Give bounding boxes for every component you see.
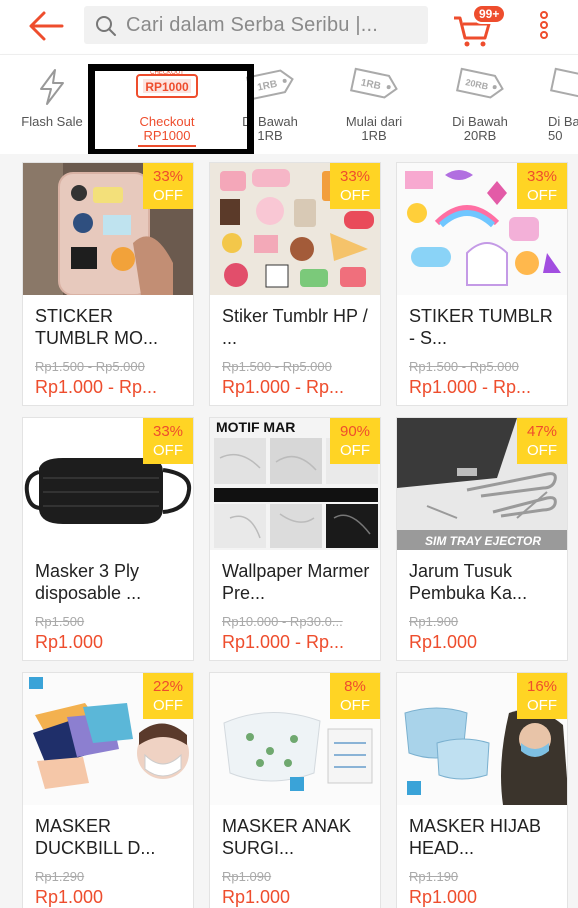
product-card[interactable]: 33% OFF STIKER TUMBLR - S... Rp1.500 - Rp… (396, 162, 568, 406)
tag-text: 1RB (256, 79, 278, 94)
category-di-bawah-50[interactable]: Di Bawah 50 (534, 55, 578, 154)
search-input[interactable]: Cari dalam Serba Seribu |... (84, 6, 428, 44)
product-card[interactable]: 22% OFF MASKER DUCKBILL D... Rp1.290 Rp1.… (22, 672, 194, 908)
product-price: Rp1.000 - Rp... (222, 377, 345, 397)
product-price: Rp1.000 (409, 887, 478, 907)
product-card[interactable]: MOTIF MAR 90% OFF Wallpaper Marmer Pre...… (209, 417, 381, 661)
product-name: Stiker Tumblr HP / ... (222, 306, 368, 348)
discount-badge: 16% OFF (517, 673, 567, 719)
discount-badge: 8% OFF (330, 673, 380, 719)
price-tag-icon: 20RB (453, 67, 507, 106)
product-card[interactable]: 16% OFF MASKER HIJAB HEAD... Rp1.190 Rp1.… (396, 672, 568, 908)
product-price: Rp1.000 (35, 632, 104, 652)
product-name: MASKER ANAK SURGI... (222, 816, 352, 858)
original-price: Rp1.500 - Rp5.000 (35, 359, 145, 374)
product-card[interactable]: SIM TRAY EJECTOR 47% OFF Jarum Tusuk Pemb… (396, 417, 568, 661)
cart-button[interactable]: 99+ (448, 4, 508, 50)
marble-wallpaper-text: MOTIF MAR (216, 419, 295, 435)
product-card[interactable]: 33% OFF Stiker Tumblr HP / ... Rp1.500 - … (209, 162, 381, 406)
original-price: Rp1.500 (35, 614, 85, 629)
original-price: Rp1.190 (409, 869, 459, 884)
product-price: Rp1.000 (409, 632, 478, 652)
tag-text: 1RB (360, 77, 382, 92)
category-label: Mulai dari 1RB (345, 114, 403, 143)
original-price: Rp1.900 (409, 614, 459, 629)
product-price: Rp1.000 - Rp... (35, 377, 158, 397)
search-icon (94, 14, 118, 38)
back-arrow-icon[interactable] (24, 8, 68, 44)
original-price: Rp1.500 - Rp5.000 (222, 359, 332, 374)
original-price: Rp10.000 - Rp30.0... (222, 614, 343, 629)
product-name: MASKER HIJAB HEAD... (409, 816, 542, 858)
product-price: Rp1.000 (35, 887, 104, 907)
product-name: Jarum Tusuk Pembuka Ka... (409, 561, 528, 603)
category-mulai-dari-1rb[interactable]: 1RB Mulai dari 1RB (326, 55, 422, 154)
product-card[interactable]: 33% OFF Masker 3 Ply disposable ... Rp1.5… (22, 417, 194, 661)
product-price: Rp1.000 (222, 887, 291, 907)
category-strip: Flash Sale RP1000 CHECKOUT Checkout RP10… (0, 54, 578, 154)
product-name: STICKER TUMBLR MO... (35, 306, 159, 348)
product-name: Wallpaper Marmer Pre... (222, 561, 370, 603)
discount-badge: 90% OFF (330, 418, 380, 464)
product-name: MASKER DUCKBILL D... (35, 816, 156, 858)
discount-badge: 33% OFF (143, 418, 193, 464)
sim-tray-text: SIM TRAY EJECTOR (425, 534, 541, 548)
category-label: Di Bawah 50 (548, 114, 578, 143)
product-name: Masker 3 Ply disposable ... (35, 561, 142, 603)
discount-badge: 47% OFF (517, 418, 567, 464)
discount-badge: 33% OFF (517, 163, 567, 209)
more-options-icon[interactable] (532, 10, 556, 40)
search-placeholder: Cari dalam Serba Seribu |... (126, 14, 379, 36)
original-price: Rp1.290 (35, 869, 85, 884)
original-price: Rp1.500 - Rp5.000 (409, 359, 519, 374)
product-price: Rp1.000 - Rp... (222, 632, 345, 652)
discount-badge: 33% OFF (330, 163, 380, 209)
flash-icon (32, 67, 72, 112)
price-tag-icon (547, 67, 578, 106)
category-di-bawah-20rb[interactable]: 20RB Di Bawah 20RB (430, 55, 530, 154)
cart-count-badge: 99+ (472, 4, 507, 24)
price-tag-icon: 1RB (347, 67, 401, 106)
product-grid: 33% OFF STICKER TUMBLR MO... Rp1.500 - Rp… (0, 154, 578, 908)
discount-badge: 22% OFF (143, 673, 193, 719)
product-card[interactable]: 8% OFF MASKER ANAK SURGI... Rp1.090 Rp1.0… (209, 672, 381, 908)
top-bar: Cari dalam Serba Seribu |... 99+ (0, 0, 578, 54)
product-name: STIKER TUMBLR - S... (409, 306, 553, 348)
original-price: Rp1.090 (222, 869, 272, 884)
category-label: Di Bawah 20RB (452, 114, 508, 143)
discount-badge: 33% OFF (143, 163, 193, 209)
tag-text: 20RB (465, 77, 490, 92)
product-price: Rp1.000 - Rp... (409, 377, 532, 397)
product-card[interactable]: 33% OFF STICKER TUMBLR MO... Rp1.500 - Rp… (22, 162, 194, 406)
highlight-box (88, 64, 254, 156)
